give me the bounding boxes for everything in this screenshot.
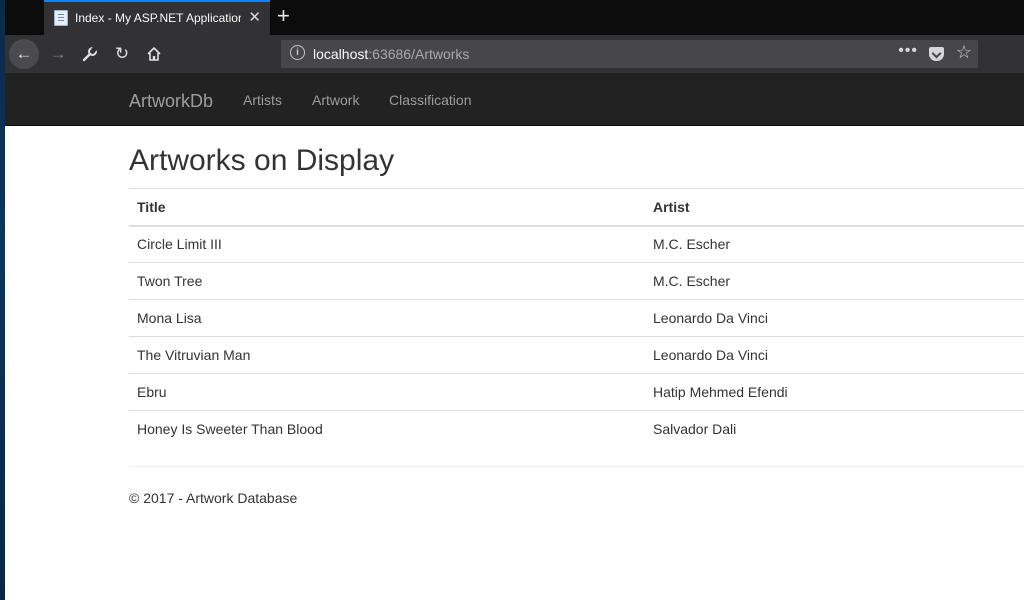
- column-header-artist: Artist: [645, 188, 1024, 227]
- browser-tab-strip: Index - My ASP.NET Application ✕ +: [5, 0, 1024, 35]
- forward-arrow-icon[interactable]: →: [43, 39, 73, 69]
- column-header-title: Title: [129, 188, 645, 227]
- artist-cell: Salvador Dali: [645, 410, 1024, 448]
- site-brand-link[interactable]: ArtworkDb: [129, 91, 213, 112]
- back-arrow-icon[interactable]: ←: [9, 39, 39, 69]
- artworks-table: Title Artist Circle Limit III M.C. Esche…: [129, 188, 1024, 448]
- artwork-title-cell: Honey Is Sweeter Than Blood: [129, 410, 645, 448]
- main-content: Artworks on Display Title Artist Circle …: [129, 126, 1024, 506]
- new-tab-icon[interactable]: +: [277, 4, 290, 28]
- table-row: The Vitruvian Man Leonardo Da Vinci: [129, 336, 1024, 374]
- artwork-title-cell: Circle Limit III: [129, 225, 645, 263]
- table-row: Ebru Hatip Mehmed Efendi: [129, 373, 1024, 411]
- home-icon[interactable]: [139, 39, 169, 69]
- browser-toolbar: ← → ↻ i localhost:63686/Artworks ••• ☆: [5, 35, 1024, 73]
- site-navbar: ArtworkDb Artists Artwork Classification: [5, 73, 1024, 126]
- table-row: Twon Tree M.C. Escher: [129, 262, 1024, 300]
- artwork-title-cell: Twon Tree: [129, 262, 645, 300]
- nav-link-artwork[interactable]: Artwork: [312, 92, 359, 108]
- url-path: :63686/Artworks: [368, 46, 470, 62]
- tab-title: Index - My ASP.NET Application: [75, 11, 241, 25]
- wrench-icon[interactable]: [75, 39, 105, 69]
- artist-cell: Hatip Mehmed Efendi: [645, 373, 1024, 411]
- close-tab-icon[interactable]: ✕: [248, 8, 261, 26]
- reload-icon[interactable]: ↻: [107, 39, 137, 69]
- table-row: Mona Lisa Leonardo Da Vinci: [129, 299, 1024, 337]
- artwork-title-cell: Mona Lisa: [129, 299, 645, 337]
- url-text[interactable]: localhost:63686/Artworks: [313, 46, 469, 62]
- page-title: Artworks on Display: [129, 144, 395, 177]
- table-header-row: Title Artist: [129, 188, 1024, 227]
- nav-link-classification[interactable]: Classification: [389, 92, 471, 108]
- footer-divider: [129, 466, 1024, 467]
- artist-cell: Leonardo Da Vinci: [645, 336, 1024, 374]
- info-icon[interactable]: i: [290, 45, 305, 60]
- page-favicon-icon: [54, 10, 68, 26]
- address-bar[interactable]: i localhost:63686/Artworks ••• ☆: [281, 40, 978, 68]
- nav-link-artists[interactable]: Artists: [243, 92, 282, 108]
- more-actions-icon[interactable]: •••: [898, 42, 918, 60]
- table-row: Circle Limit III M.C. Escher: [129, 225, 1024, 263]
- artist-cell: M.C. Escher: [645, 225, 1024, 263]
- browser-tab-active[interactable]: Index - My ASP.NET Application ✕: [44, 0, 270, 35]
- url-host: localhost: [313, 46, 369, 62]
- pocket-icon[interactable]: [929, 47, 944, 61]
- artist-cell: M.C. Escher: [645, 262, 1024, 300]
- artwork-title-cell: The Vitruvian Man: [129, 336, 645, 374]
- artwork-title-cell: Ebru: [129, 373, 645, 411]
- artist-cell: Leonardo Da Vinci: [645, 299, 1024, 337]
- footer-copyright: © 2017 - Artwork Database: [129, 490, 298, 506]
- table-row: Honey Is Sweeter Than Blood Salvador Dal…: [129, 410, 1024, 448]
- star-icon[interactable]: ☆: [956, 42, 972, 63]
